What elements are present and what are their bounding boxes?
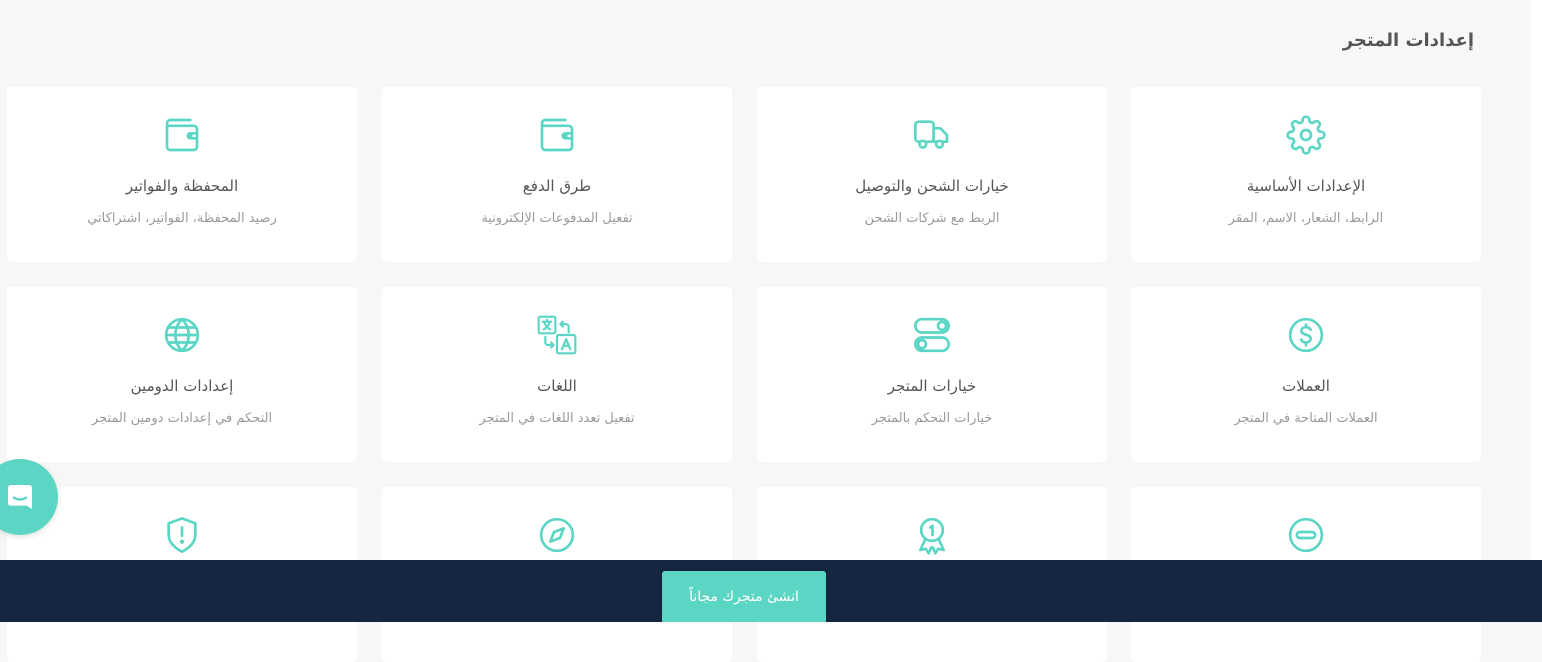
chat-icon: [8, 485, 32, 509]
globe-icon: [162, 315, 202, 355]
wallet-icon: [162, 115, 202, 155]
dollar-icon: [1286, 315, 1326, 355]
card-title: طرق الدفع: [522, 177, 592, 195]
wallet-icon: [537, 115, 577, 155]
card-currencies[interactable]: العملات العملات المتاحة في المتجر: [1131, 287, 1481, 462]
card-title: خيارات المتجر: [887, 377, 977, 395]
card-title: المحفظة والفواتير: [125, 177, 239, 195]
card-subtitle: الربط مع شركات الشحن: [864, 211, 1000, 226]
page-title: إعدادات المتجر: [1342, 30, 1474, 51]
card-shipping-options[interactable]: خيارات الشحن والتوصيل الربط مع شركات الش…: [757, 87, 1107, 262]
card-title: اللغات: [537, 377, 577, 395]
card-subtitle: خيارات التحكم بالمتجر: [871, 411, 993, 426]
card-subtitle: الرابط، الشعار، الاسم، المقر: [1228, 211, 1384, 226]
card-subtitle: تفعيل المدفوعات الإلكترونية: [481, 211, 633, 226]
card-subtitle: رصيد المحفظة، الفواتير، اشتراكاتي: [87, 211, 277, 226]
card-subtitle: تفعيل تعدد اللغات في المتجر: [479, 411, 635, 426]
card-subtitle: العملات المتاحة في المتجر: [1234, 411, 1378, 426]
award-icon: [912, 515, 952, 555]
compass-icon: [537, 515, 577, 555]
card-languages[interactable]: اللغات تفعيل تعدد اللغات في المتجر: [382, 287, 732, 462]
card-store-options[interactable]: خيارات المتجر خيارات التحكم بالمتجر: [757, 287, 1107, 462]
truck-icon: [912, 115, 952, 155]
footer-bar: انشئ متجرك مجاناً: [0, 560, 1542, 622]
scrollbar-track[interactable]: [1531, 0, 1542, 560]
card-title: العملات: [1282, 377, 1330, 395]
create-store-button[interactable]: انشئ متجرك مجاناً: [662, 571, 826, 622]
translate-icon: [537, 315, 577, 355]
toggles-icon: [912, 315, 952, 355]
card-title: الإعدادات الأساسية: [1246, 177, 1366, 195]
card-domain-settings[interactable]: إعدادات الدومين التحكم في إعدادات دومين …: [7, 287, 357, 462]
card-wallet-invoices[interactable]: المحفظة والفواتير رصيد المحفظة، الفواتير…: [7, 87, 357, 262]
card-title: خيارات الشحن والتوصيل: [855, 177, 1009, 195]
gear-icon: [1286, 115, 1326, 155]
card-title: إعدادات الدومين: [130, 377, 234, 395]
card-basic-settings[interactable]: الإعدادات الأساسية الرابط، الشعار، الاسم…: [1131, 87, 1481, 262]
card-payment-methods[interactable]: طرق الدفع تفعيل المدفوعات الإلكترونية: [382, 87, 732, 262]
card-subtitle: التحكم في إعدادات دومين المتجر: [91, 411, 273, 426]
shield-alert-icon: [162, 515, 202, 555]
minus-circle-icon: [1286, 515, 1326, 555]
